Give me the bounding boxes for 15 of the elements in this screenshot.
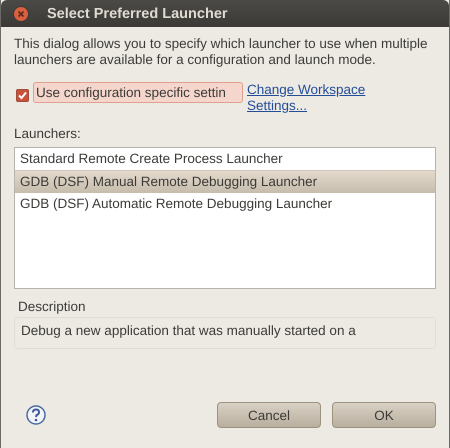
checkbox[interactable] [16, 89, 29, 102]
intro-text: This dialog allows you to specify which launcher to use when multiple launchers are available for a configuration and launch mode. [14, 36, 428, 68]
checkbox-label[interactable]: Use configuration specific settin [33, 82, 243, 103]
launchers-label: Launchers: [14, 126, 82, 141]
description-title: Description [17, 299, 87, 314]
close-icon[interactable] [13, 6, 29, 22]
launcher-item[interactable]: Standard Remote Create Process Launcher [15, 148, 435, 170]
change-settings-link[interactable]: Change Workspace Settings... [247, 82, 407, 114]
window-title: Select Preferred Launcher [47, 6, 228, 22]
launcher-item[interactable]: GDB (DSF) Automatic Remote Debugging Launcher [15, 193, 435, 215]
dialog-button[interactable]: Cancel [217, 402, 321, 428]
description-text: Debug a new application that was manually started on a [14, 317, 436, 349]
launcher-item[interactable]: GDB (DSF) Manual Remote Debugging Launcher [15, 170, 435, 193]
dialog-button[interactable]: OK [332, 402, 436, 428]
help-icon[interactable] [26, 405, 46, 425]
